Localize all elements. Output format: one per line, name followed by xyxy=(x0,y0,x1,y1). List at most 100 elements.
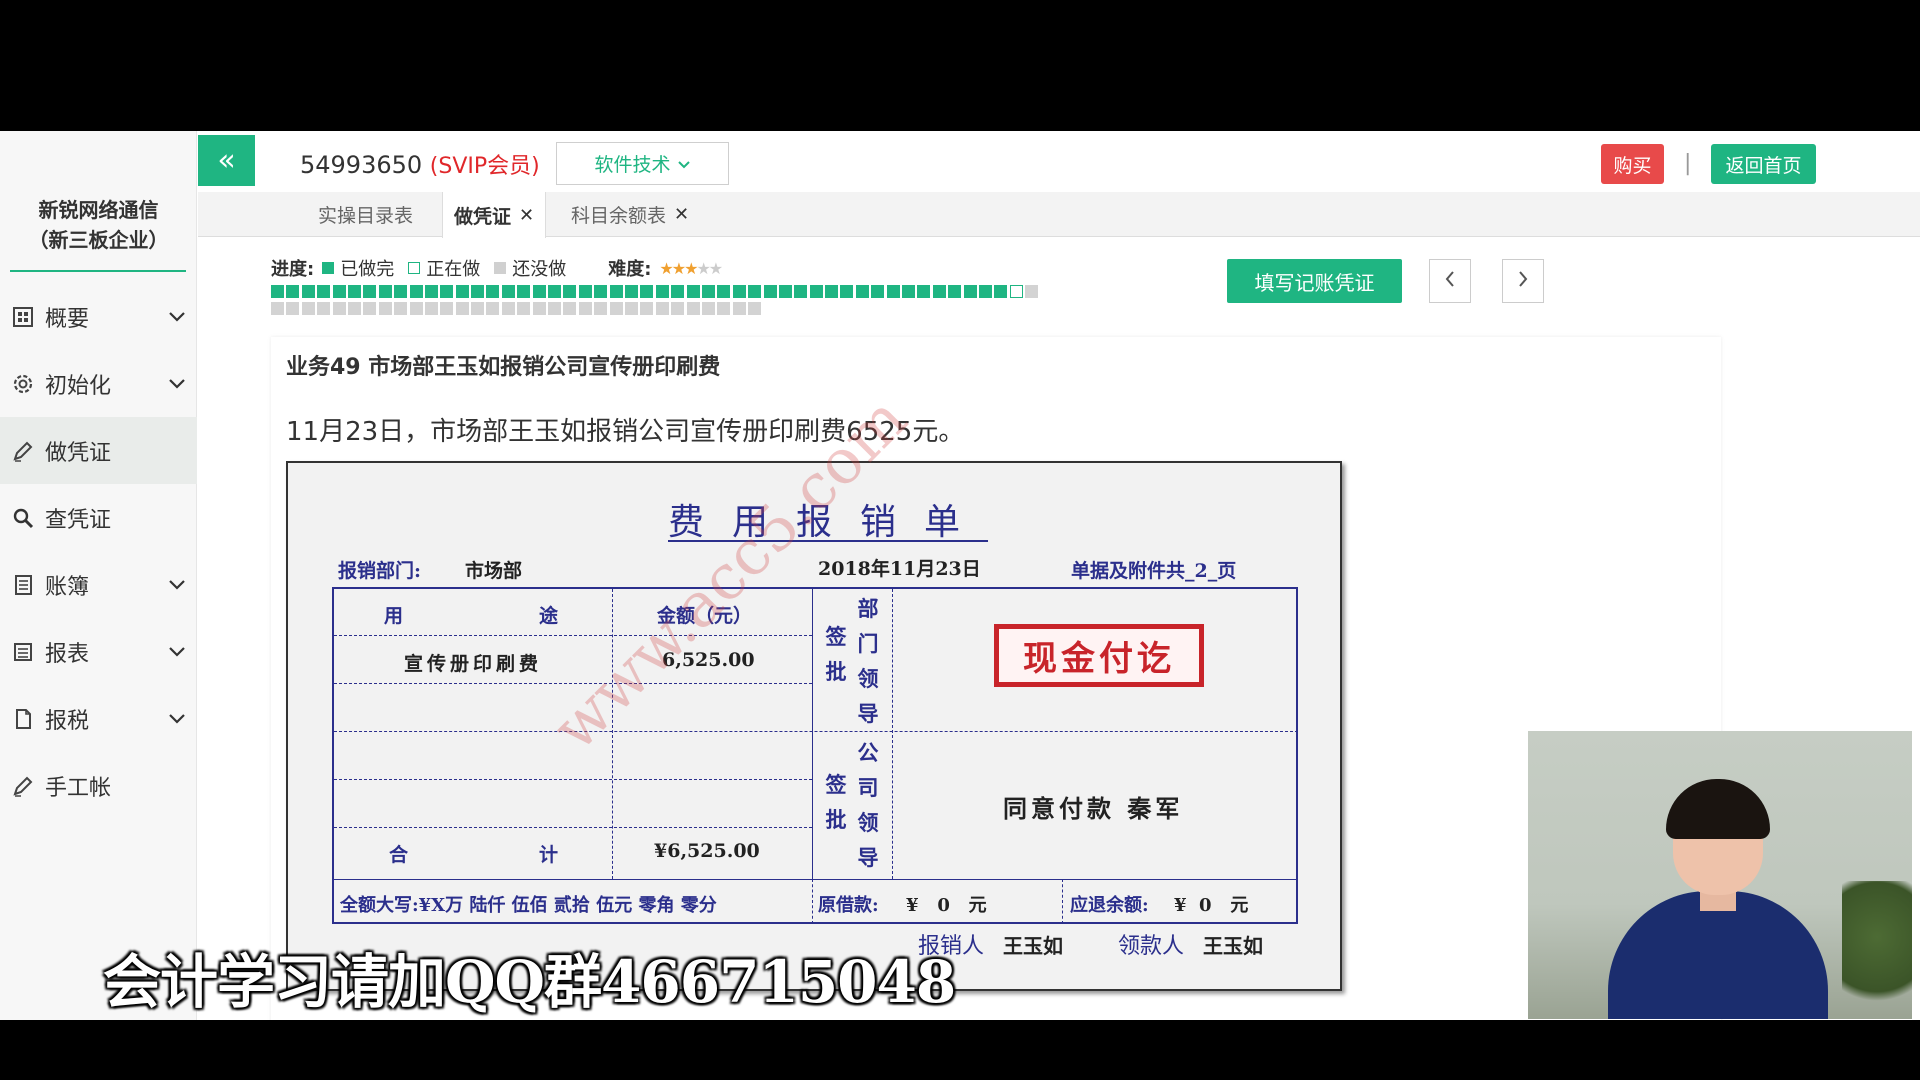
progress-cell-todo[interactable] xyxy=(548,302,562,315)
sidebar-item-overview[interactable]: 概要 xyxy=(0,283,197,350)
next-button[interactable] xyxy=(1502,259,1544,303)
progress-cell-todo[interactable] xyxy=(486,302,500,315)
progress-cell-done[interactable] xyxy=(532,285,546,298)
progress-cell-done[interactable] xyxy=(871,285,885,298)
return-home-button[interactable]: 返回首页 xyxy=(1711,144,1816,184)
progress-cell-todo[interactable] xyxy=(671,302,685,315)
progress-cell-done[interactable] xyxy=(948,285,962,298)
progress-cell-todo[interactable] xyxy=(440,302,454,315)
progress-cell-todo[interactable] xyxy=(271,302,284,315)
sidebar-item-reports[interactable]: 报表 xyxy=(0,618,197,685)
progress-cell-done[interactable] xyxy=(501,285,515,298)
progress-cell-done[interactable] xyxy=(548,285,562,298)
progress-cell-todo[interactable] xyxy=(701,302,715,315)
progress-cell-done[interactable] xyxy=(424,285,438,298)
progress-cell-done[interactable] xyxy=(902,285,916,298)
progress-cell-todo[interactable] xyxy=(501,302,515,315)
progress-cell-done[interactable] xyxy=(363,285,377,298)
progress-cell-done[interactable] xyxy=(671,285,685,298)
progress-cell-todo[interactable] xyxy=(424,302,438,315)
progress-cell-todo[interactable] xyxy=(609,302,623,315)
progress-cell-done[interactable] xyxy=(655,285,669,298)
progress-cell-todo[interactable] xyxy=(717,302,731,315)
progress-cell-done[interactable] xyxy=(594,285,608,298)
progress-cell-done[interactable] xyxy=(963,285,977,298)
progress-cell-doing[interactable] xyxy=(1009,285,1023,298)
progress-cell-todo[interactable] xyxy=(517,302,531,315)
progress-cell-done[interactable] xyxy=(578,285,592,298)
close-icon[interactable]: ✕ xyxy=(519,205,534,226)
progress-cell-todo[interactable] xyxy=(409,302,423,315)
progress-cell-todo[interactable] xyxy=(317,302,331,315)
progress-cell-done[interactable] xyxy=(378,285,392,298)
progress-cell-done[interactable] xyxy=(640,285,654,298)
progress-cell-done[interactable] xyxy=(271,285,284,298)
progress-cell-todo[interactable] xyxy=(301,302,315,315)
progress-cell-done[interactable] xyxy=(825,285,839,298)
progress-cell-todo[interactable] xyxy=(563,302,577,315)
sidebar-item-ledger[interactable]: 账簿 xyxy=(0,551,197,618)
progress-cell-done[interactable] xyxy=(732,285,746,298)
progress-cell-done[interactable] xyxy=(840,285,854,298)
progress-cell-todo[interactable] xyxy=(394,302,408,315)
progress-cell-todo[interactable] xyxy=(332,302,346,315)
progress-cell-todo[interactable] xyxy=(286,302,300,315)
progress-cell-done[interactable] xyxy=(624,285,638,298)
progress-cell-done[interactable] xyxy=(609,285,623,298)
progress-cell-todo[interactable] xyxy=(732,302,746,315)
sidebar-item-init[interactable]: 初始化 xyxy=(0,350,197,417)
progress-cell-todo[interactable] xyxy=(363,302,377,315)
progress-cell-done[interactable] xyxy=(701,285,715,298)
progress-cell-todo[interactable] xyxy=(378,302,392,315)
software-tech-dropdown[interactable]: 软件技术 xyxy=(556,142,729,185)
progress-cell-done[interactable] xyxy=(763,285,777,298)
progress-cell-todo[interactable] xyxy=(471,302,485,315)
tab-make-voucher[interactable]: 做凭证 ✕ xyxy=(442,192,546,238)
progress-cell-done[interactable] xyxy=(748,285,762,298)
progress-cell-todo[interactable] xyxy=(578,302,592,315)
progress-cell-done[interactable] xyxy=(717,285,731,298)
progress-cell-done[interactable] xyxy=(455,285,469,298)
sidebar-item-query-voucher[interactable]: 查凭证 xyxy=(0,484,197,551)
buy-button[interactable]: 购买 xyxy=(1601,144,1664,184)
progress-cell-done[interactable] xyxy=(332,285,346,298)
tab-account-balance[interactable]: 科目余额表 ✕ xyxy=(571,192,689,237)
prev-button[interactable] xyxy=(1429,259,1471,303)
progress-cell-done[interactable] xyxy=(886,285,900,298)
tab-practice-catalog[interactable]: 实操目录表 xyxy=(318,192,413,237)
progress-cell-done[interactable] xyxy=(563,285,577,298)
progress-cell-done[interactable] xyxy=(394,285,408,298)
progress-cell-done[interactable] xyxy=(686,285,700,298)
progress-cell-done[interactable] xyxy=(347,285,361,298)
sidebar-item-manual-ledger[interactable]: 手工帐 xyxy=(0,752,197,819)
progress-cell-done[interactable] xyxy=(794,285,808,298)
progress-cell-done[interactable] xyxy=(301,285,315,298)
progress-cell-todo[interactable] xyxy=(686,302,700,315)
collapse-sidebar-button[interactable]: « xyxy=(198,135,255,186)
progress-cell-todo[interactable] xyxy=(532,302,546,315)
progress-cell-done[interactable] xyxy=(855,285,869,298)
progress-cell-todo[interactable] xyxy=(748,302,762,315)
progress-cell-todo[interactable] xyxy=(1025,285,1039,298)
sidebar-item-make-voucher[interactable]: 做凭证 xyxy=(0,417,197,484)
progress-cell-done[interactable] xyxy=(994,285,1008,298)
fill-voucher-button[interactable]: 填写记账凭证 xyxy=(1227,259,1402,303)
progress-cell-done[interactable] xyxy=(486,285,500,298)
progress-cell-done[interactable] xyxy=(809,285,823,298)
progress-cell-todo[interactable] xyxy=(594,302,608,315)
progress-cell-todo[interactable] xyxy=(624,302,638,315)
progress-cell-done[interactable] xyxy=(409,285,423,298)
progress-cell-todo[interactable] xyxy=(347,302,361,315)
progress-cell-done[interactable] xyxy=(440,285,454,298)
progress-cell-done[interactable] xyxy=(778,285,792,298)
progress-cell-todo[interactable] xyxy=(640,302,654,315)
progress-cell-done[interactable] xyxy=(932,285,946,298)
progress-cell-done[interactable] xyxy=(517,285,531,298)
progress-cell-done[interactable] xyxy=(471,285,485,298)
progress-cell-done[interactable] xyxy=(978,285,992,298)
progress-cell-done[interactable] xyxy=(317,285,331,298)
close-icon[interactable]: ✕ xyxy=(674,204,689,225)
sidebar-item-tax[interactable]: 报税 xyxy=(0,685,197,752)
progress-cell-todo[interactable] xyxy=(455,302,469,315)
progress-cell-todo[interactable] xyxy=(655,302,669,315)
